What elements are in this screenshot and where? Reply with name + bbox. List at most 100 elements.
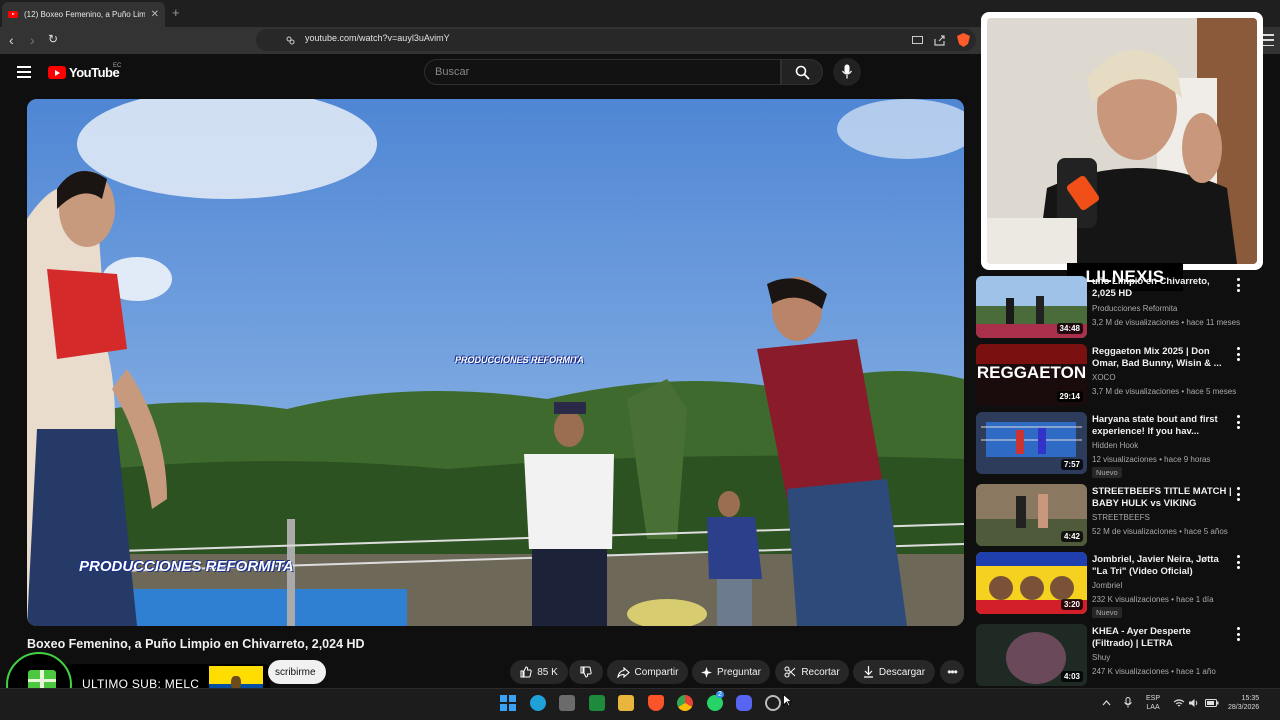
edge-icon[interactable] [530,695,546,711]
download-icon [863,666,873,678]
clock-time: 15:35 [1241,695,1260,702]
watermark-corner: PRODUCCIONES REFORMITA [79,558,294,575]
battery-icon[interactable] [1205,698,1219,708]
forward-icon[interactable]: › [30,32,35,48]
more-vert-icon[interactable] [1234,627,1242,641]
ask-button[interactable]: Preguntar [692,660,770,684]
youtube-favicon-icon [8,11,18,18]
recommendation-item[interactable]: 4:42 STREETBEEFS TITLE MATCH | BABY HULK… [976,484,1276,548]
back-icon[interactable]: ‹ [9,32,14,48]
download-button[interactable]: Descargar [853,660,935,684]
tray-microphone-icon[interactable] [1124,697,1132,708]
youtube-wordmark: YouTube [69,65,120,80]
recommendation-channel[interactable]: Jombriel [1092,581,1122,590]
system-clock[interactable]: 15:35 28/3/2026 [1228,694,1259,712]
recommendation-meta: 12 visualizaciones • hace 9 horas [1092,455,1211,464]
recommendation-thumbnail[interactable]: 3:20 [976,552,1087,614]
share-page-icon[interactable] [934,35,945,46]
voice-search-button[interactable] [833,58,861,86]
subscribe-button[interactable]: scribirme [268,660,326,684]
duration-badge: 34:48 [1056,323,1083,334]
recommendation-title: Jombriel, Javier Neira, Jøtta "La Tri" (… [1092,554,1219,577]
close-tab-icon[interactable]: ✕ [151,9,159,20]
tray-chevron-up-icon[interactable] [1102,699,1111,706]
download-label: Descargar [878,666,926,678]
like-button[interactable]: 85 K [510,660,568,684]
recommendation-channel[interactable]: Hidden Hook [1092,441,1138,450]
browser-menu-icon[interactable] [1262,34,1274,46]
site-info-icon[interactable] [286,36,295,45]
recommendation-meta: 52 M de visualizaciones • hace 5 años [1092,527,1228,536]
recommendation-thumbnail[interactable]: 4:42 [976,484,1087,546]
brave-shield-icon[interactable] [957,33,970,47]
share-icon [616,666,630,678]
recommendation-thumbnail[interactable]: 4:03 [976,624,1087,686]
obs-icon[interactable] [765,695,781,711]
guide-menu-icon[interactable] [17,66,31,78]
chrome-icon[interactable] [677,695,693,711]
like-count: 85 K [537,666,558,678]
volume-icon[interactable] [1188,698,1199,708]
recommendation-title: uño Limpio en Chivarreto, 2,025 HD [1092,276,1210,299]
more-vert-icon[interactable] [1234,415,1242,429]
brave-icon[interactable] [648,695,664,711]
share-button[interactable]: Compartir [607,660,688,684]
discord-icon[interactable] [736,695,752,711]
input-language-indicator[interactable]: ESP LAA [1146,694,1160,712]
recommendation-item[interactable]: 34:48 uño Limpio en Chivarreto, 2,025 HD… [976,276,1276,340]
wifi-icon[interactable] [1173,699,1185,708]
search-input[interactable]: Buscar [424,59,781,85]
recommendation-channel[interactable]: Shuy [1092,653,1110,662]
more-vert-icon[interactable] [1234,347,1242,361]
recommendation-thumbnail[interactable]: REGGAETON 29:14 [976,344,1087,406]
new-tab-icon[interactable]: + [172,5,180,20]
recommendation-item[interactable]: REGGAETON 29:14 Reggaeton Mix 2025 | Don… [976,344,1276,408]
notification-badge: 2 [716,691,724,698]
browser-tab[interactable]: (12) Boxeo Femenino, a Puño Lim ✕ [2,2,165,27]
recommendation-item[interactable]: 3:20 Jombriel, Javier Neira, Jøtta "La T… [976,552,1276,618]
clock-date: 28/3/2026 [1228,704,1260,711]
duration-badge: 3:20 [1060,599,1083,610]
file-explorer-icon[interactable] [618,695,634,711]
recommendation-channel[interactable]: STREETBEEFS [1092,513,1150,522]
url-text[interactable]: youtube.com/watch?v=auyl3uAvimY [305,33,450,43]
recommendation-item[interactable]: 4:03 KHEA - Ayer Desperte (Filtrado) | L… [976,624,1276,688]
video-title: Boxeo Femenino, a Puño Limpio en Chivarr… [27,637,365,651]
country-code: EC [113,63,122,69]
lang-line-1: ESP [1146,695,1161,702]
recommendation-thumbnail[interactable]: 34:48 [976,276,1087,338]
whatsapp-icon[interactable]: 2 [707,691,724,711]
cast-icon[interactable] [912,36,923,45]
more-vert-icon[interactable] [1234,487,1242,501]
xbox-icon[interactable] [589,695,605,711]
recommendation-title: KHEA - Ayer Desperte (Filtrado) | LETRA [1092,626,1191,649]
video-player[interactable]: PRODUCCIONES REFORMITA PRODUCCIONES REFO… [27,99,964,626]
recommendation-thumbnail[interactable]: 7:57 [976,412,1087,474]
ask-label: Preguntar [717,666,761,678]
search-icon [795,65,810,80]
new-badge: Nuevo [1092,607,1122,618]
clip-button[interactable]: Recortar [775,660,849,684]
lang-line-2: LAA [1146,704,1160,711]
recommendation-channel[interactable]: Producciones Reformita [1092,304,1177,313]
more-vert-icon[interactable] [1234,278,1242,292]
thumbs-up-icon [520,666,532,678]
windows-start-icon[interactable] [500,695,516,711]
recommendation-meta: 3,2 M de visualizaciones • hace 11 meses [1092,318,1241,327]
dislike-button[interactable] [569,660,603,684]
more-actions-button[interactable]: ••• [940,660,964,684]
search-button[interactable] [781,59,823,85]
youtube-logo[interactable]: YouTube [48,65,120,80]
more-horizontal-icon: ••• [947,665,958,679]
webcam-overlay [981,12,1263,270]
thumbnail-text: REGGAETON [976,363,1087,382]
recommendation-meta: 247 K visualizaciones • hace 1 año [1092,667,1216,676]
more-vert-icon[interactable] [1234,555,1242,569]
watermark-center: PRODUCCIONES REFORMITA [455,355,584,365]
recommendation-item[interactable]: 7:57 Haryana state bout and first experi… [976,412,1276,478]
microphone-icon [842,64,852,79]
store-icon[interactable] [559,695,575,711]
thumbs-down-icon [580,666,592,678]
reload-icon[interactable]: ↻ [48,32,58,46]
recommendation-channel[interactable]: XOCO [1092,373,1116,382]
